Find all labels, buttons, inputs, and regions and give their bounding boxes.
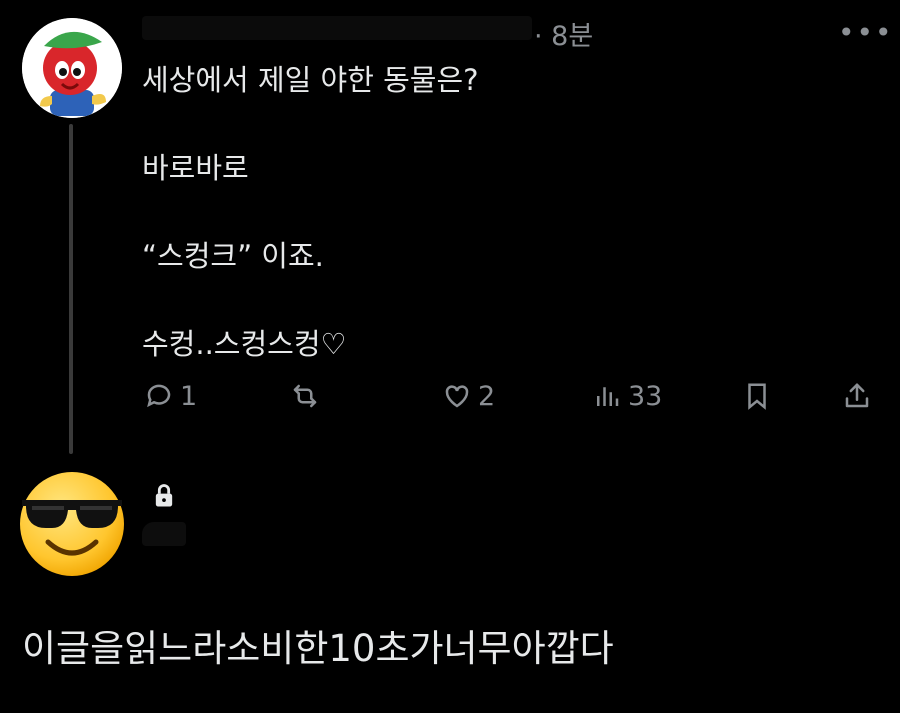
repost-button[interactable]	[290, 376, 326, 416]
post-line: 바로바로	[142, 151, 249, 185]
reply-author-avatar[interactable]	[16, 466, 128, 578]
post-line: 수컹..스컹스컹♡	[142, 327, 347, 361]
post-text: 세상에서 제일 야한 동물은? 바로바로 “스컹크” 이죠. 수컹..스컹스컹♡	[142, 58, 862, 410]
share-icon	[845, 383, 869, 408]
reply-icon	[147, 384, 171, 408]
reply-author-name-redacted	[142, 522, 186, 546]
like-count: 2	[478, 380, 496, 412]
post-time[interactable]: · 8분	[534, 14, 593, 53]
author-name-redacted	[142, 16, 532, 40]
bookmark-button[interactable]	[742, 376, 772, 416]
reply-button[interactable]: 1	[144, 376, 197, 416]
bookmark-icon	[748, 383, 766, 410]
author-avatar[interactable]	[22, 18, 122, 118]
share-button[interactable]	[842, 376, 872, 416]
repost-icon	[293, 384, 317, 408]
like-icon	[445, 385, 469, 408]
views-button[interactable]: 33	[592, 376, 662, 416]
like-button[interactable]: 2	[442, 376, 495, 416]
lock-icon	[150, 482, 178, 510]
post-line: “스컹크” 이죠.	[142, 239, 324, 273]
reply-count: 1	[180, 380, 198, 412]
more-options-icon[interactable]: •••	[838, 16, 894, 49]
post-line: 세상에서 제일 야한 동물은?	[142, 63, 479, 97]
view-count: 33	[628, 380, 663, 412]
reply-text: 이글을읽느라소비한10초가너무아깝다	[22, 627, 614, 670]
thread-line	[69, 124, 73, 454]
post-actions: 1 2 33	[140, 376, 880, 416]
views-icon	[597, 387, 619, 406]
